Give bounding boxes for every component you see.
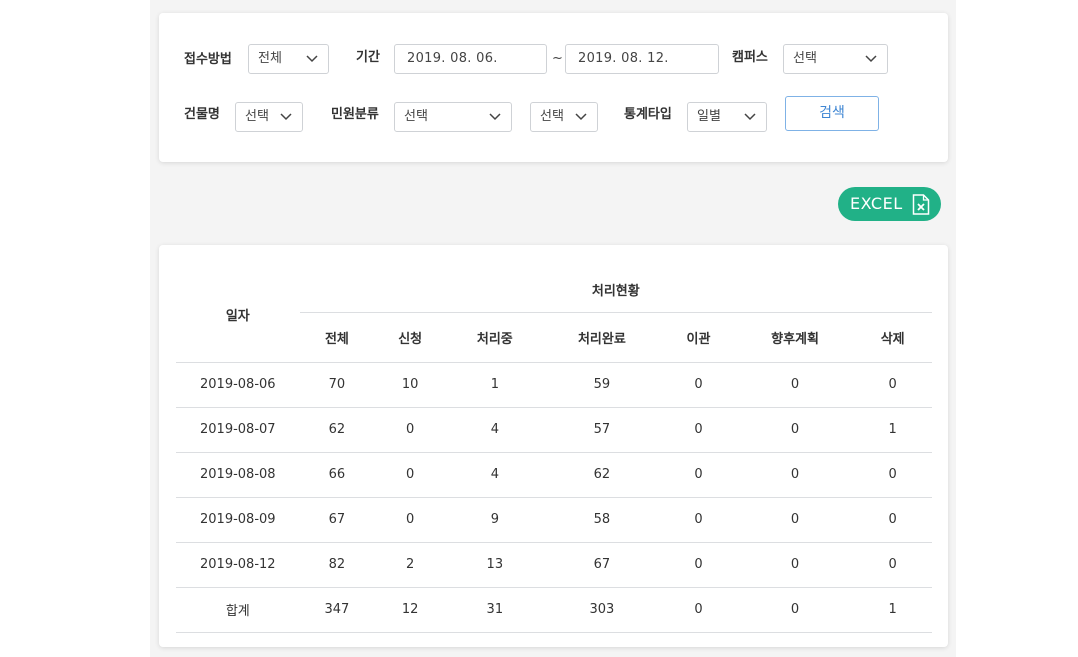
value-cell: 10 (374, 362, 447, 408)
value-cell: 0 (736, 362, 854, 408)
value-cell: 31 (446, 587, 544, 633)
value-cell: 0 (736, 452, 854, 498)
stat-type-label: 통계타입 (624, 107, 672, 122)
table-row: 2019-08-09 67 0 9 58 0 0 0 (176, 497, 932, 543)
column-header: 처리완료 (577, 331, 626, 347)
complaint-subcategory-select[interactable]: 선택 (530, 102, 598, 132)
table-row: 2019-08-07 62 0 4 57 0 0 1 (176, 407, 932, 453)
intake-method-label: 접수방법 (184, 52, 232, 67)
column-header: 신청 (398, 331, 423, 347)
chevron-down-icon (489, 113, 501, 121)
stat-type-select[interactable]: 일별 (687, 102, 767, 132)
intake-method-select[interactable]: 전체 (248, 44, 329, 74)
complaint-category-select[interactable]: 선택 (394, 102, 512, 132)
search-button[interactable]: 검색 (785, 96, 879, 131)
value-cell: 59 (543, 362, 661, 408)
value-cell: 0 (660, 497, 737, 543)
chevron-down-icon (865, 55, 877, 63)
complaint-subcategory-value: 선택 (540, 109, 564, 124)
column-header: 처리중 (476, 331, 513, 347)
stat-type-value: 일별 (697, 109, 721, 124)
intake-method-value: 전체 (258, 51, 282, 66)
column-header: 향후계획 (771, 331, 819, 347)
date-cell: 2019-08-09 (176, 497, 300, 543)
table-row: 2019-08-12 82 2 13 67 0 0 0 (176, 542, 932, 588)
value-cell: 4 (446, 452, 544, 498)
value-cell: 0 (736, 542, 854, 588)
total-row: 합계 347 12 31 303 0 0 1 (176, 587, 932, 633)
value-cell: 57 (543, 407, 661, 453)
value-cell: 0 (853, 542, 932, 588)
value-cell: 0 (660, 542, 737, 588)
column-header: 삭제 (880, 331, 905, 347)
value-cell: 0 (660, 452, 737, 498)
building-value: 선택 (245, 109, 269, 124)
excel-button-label: EXCEL (850, 194, 903, 213)
period-start-value: 2019. 08. 06. (407, 51, 498, 66)
campus-value: 선택 (793, 51, 817, 66)
period-start-input[interactable]: 2019. 08. 06. (394, 44, 547, 74)
complaint-category-label: 민원분류 (331, 107, 379, 122)
value-cell: 0 (374, 452, 447, 498)
period-label: 기간 (356, 50, 380, 65)
processing-status-header: 처리현황 (591, 283, 640, 299)
chevron-down-icon (744, 113, 756, 121)
value-cell: 0 (853, 497, 932, 543)
value-cell: 347 (299, 587, 375, 633)
campus-select[interactable]: 선택 (783, 44, 888, 74)
value-cell: 58 (543, 497, 661, 543)
chevron-down-icon (575, 113, 587, 121)
value-cell: 0 (736, 497, 854, 543)
value-cell: 12 (374, 587, 447, 633)
period-end-value: 2019. 08. 12. (578, 51, 669, 66)
value-cell: 2 (374, 542, 447, 588)
table-row: 2019-08-06 70 10 1 59 0 0 0 (176, 362, 932, 408)
value-cell: 67 (543, 542, 661, 588)
total-label: 합계 (176, 587, 300, 633)
value-cell: 13 (446, 542, 544, 588)
excel-file-icon (912, 194, 930, 215)
value-cell: 66 (299, 452, 375, 498)
value-cell: 1 (446, 362, 544, 408)
value-cell: 0 (736, 407, 854, 453)
campus-label: 캠퍼스 (732, 50, 768, 65)
value-cell: 4 (446, 407, 544, 453)
date-cell: 2019-08-08 (176, 452, 300, 498)
table-body: 2019-08-06 70 10 1 59 0 0 0 2019-08-07 62 0 4 57 0 0 1 2… (176, 362, 932, 633)
value-cell: 303 (543, 587, 661, 633)
value-cell: 0 (374, 407, 447, 453)
value-cell: 70 (299, 362, 375, 408)
value-cell: 0 (660, 362, 737, 408)
column-header: 전체 (324, 331, 349, 347)
excel-download-button[interactable]: EXCEL (838, 187, 941, 221)
value-cell: 0 (374, 497, 447, 543)
building-label: 건물명 (184, 107, 220, 122)
value-cell: 67 (299, 497, 375, 543)
value-cell: 0 (660, 587, 737, 633)
value-cell: 0 (853, 362, 932, 408)
complaint-category-value: 선택 (404, 109, 428, 124)
table-row: 2019-08-08 66 0 4 62 0 0 0 (176, 452, 932, 498)
column-header: 이관 (686, 331, 711, 347)
value-cell: 1 (853, 587, 932, 633)
chevron-down-icon (280, 113, 292, 121)
value-cell: 82 (299, 542, 375, 588)
value-cell: 62 (543, 452, 661, 498)
date-cell: 2019-08-07 (176, 407, 300, 453)
filter-panel (159, 13, 948, 162)
value-cell: 1 (853, 407, 932, 453)
building-select[interactable]: 선택 (235, 102, 303, 132)
value-cell: 9 (446, 497, 544, 543)
value-cell: 0 (660, 407, 737, 453)
value-cell: 0 (736, 587, 854, 633)
value-cell: 62 (299, 407, 375, 453)
value-cell: 0 (853, 452, 932, 498)
chevron-down-icon (306, 55, 318, 63)
statistics-table: 일자 처리현황 전체 신청 처리중 처리완료 이관 향후계획 삭제 2019-08-06 70… (176, 267, 932, 633)
date-cell: 2019-08-06 (176, 362, 300, 408)
date-column-header: 일자 (176, 267, 300, 363)
period-end-input[interactable]: 2019. 08. 12. (565, 44, 719, 74)
period-separator: ~ (552, 51, 563, 66)
date-cell: 2019-08-12 (176, 542, 300, 588)
